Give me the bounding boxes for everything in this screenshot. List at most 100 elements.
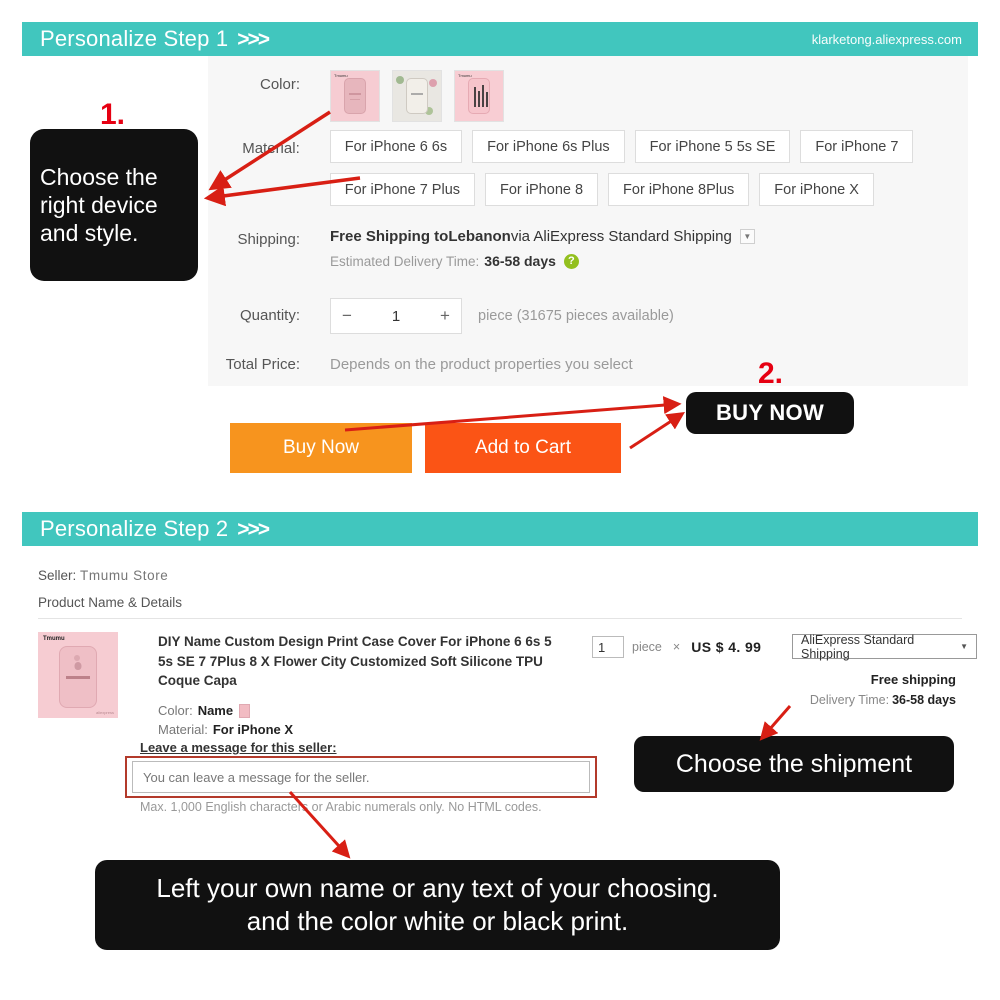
annotation-callout-4-line-1: Left your own name or any text of your c… bbox=[156, 872, 719, 903]
color-swatch-mini-icon bbox=[239, 704, 251, 718]
chevrons-right-icon: >>> bbox=[237, 27, 270, 51]
product-color-attr: Color: Name bbox=[158, 702, 293, 721]
camera-icon bbox=[74, 654, 80, 661]
shipping-destination: Lebanon bbox=[448, 228, 511, 245]
add-to-cart-button[interactable]: Add to Cart bbox=[425, 423, 621, 473]
color-row: Color: Tmumu Tmumu bbox=[208, 70, 968, 122]
material-option-iphone-x[interactable]: For iPhone X bbox=[759, 173, 874, 206]
seller-line: Seller: Tmumu Store bbox=[38, 568, 168, 583]
material-option-iphone-6s-plus[interactable]: For iPhone 6s Plus bbox=[472, 130, 625, 163]
arrow-addtocart-to-callout bbox=[629, 412, 686, 450]
annotation-callout-4-line-2: and the color white or black print. bbox=[246, 906, 629, 936]
step-1-header: Personalize Step 1 >>> klarketong.aliexp… bbox=[22, 22, 978, 56]
quantity-label: Quantity: bbox=[239, 307, 300, 324]
store-domain-label: klarketong.aliexpress.com bbox=[811, 31, 962, 47]
page-root: Personalize Step 1 >>> klarketong.aliexp… bbox=[0, 0, 1000, 1000]
quantity-stepper[interactable]: − 1 + bbox=[330, 298, 462, 334]
annotation-callout-choose-shipment: Choose the shipment bbox=[634, 736, 954, 792]
step-2-title: Personalize Step 2 bbox=[40, 516, 229, 541]
material-option-iphone-6-6s[interactable]: For iPhone 6 6s bbox=[329, 130, 463, 163]
annotation-callout-2-text: BUY NOW bbox=[715, 400, 825, 425]
phone-case-icon bbox=[59, 645, 97, 708]
delivery-time-value: 36-58 days bbox=[892, 693, 956, 707]
thumb-brand-mark: Tmumu bbox=[334, 73, 348, 78]
material-option-iphone-8plus[interactable]: For iPhone 8Plus bbox=[608, 173, 750, 206]
color-swatch-floral-case[interactable] bbox=[392, 70, 442, 122]
phone-case-thumb-icon bbox=[468, 78, 490, 114]
shipping-label: Shipping: bbox=[237, 231, 300, 248]
product-options-panel: Color: Tmumu Tmumu Material: For iPhone … bbox=[208, 56, 968, 386]
product-attributes: Color: Name Material: For iPhone X bbox=[158, 702, 293, 740]
chevron-down-icon[interactable]: ▼ bbox=[739, 229, 755, 244]
phone-case-thumb-icon bbox=[406, 78, 428, 114]
material-option-iphone-7-plus[interactable]: For iPhone 7 Plus bbox=[329, 173, 476, 206]
apple-logo-icon bbox=[74, 662, 82, 671]
step-2-header: Personalize Step 2 >>> bbox=[22, 512, 978, 546]
buy-now-button[interactable]: Buy Now bbox=[230, 423, 412, 473]
product-material-attr: Material: For iPhone X bbox=[158, 721, 293, 740]
material-option-list: For iPhone 6 6s For iPhone 6s Plus For i… bbox=[329, 130, 968, 206]
material-option-iphone-5-5s-se[interactable]: For iPhone 5 5s SE bbox=[634, 130, 791, 163]
product-thumbnail[interactable]: Tmumu aliexpress bbox=[38, 632, 118, 718]
seller-label: Seller: bbox=[38, 568, 77, 583]
annotation-callout-buy-now: BUY NOW bbox=[686, 392, 854, 434]
order-quantity-input[interactable]: 1 bbox=[592, 636, 624, 658]
estimated-delivery-line: Estimated Delivery Time: 36-58 days ? bbox=[330, 253, 755, 269]
annotation-callout-3-text: Choose the shipment bbox=[675, 749, 913, 778]
product-color-label: Color: bbox=[158, 703, 193, 718]
material-option-iphone-8[interactable]: For iPhone 8 bbox=[485, 173, 599, 206]
shipping-method-line: Free Shipping to Lebanon via AliExpress … bbox=[330, 228, 755, 245]
message-hint: Max. 1,000 English characters or Arabic … bbox=[140, 800, 542, 814]
annotation-callout-name-text: Left your own name or any text of your c… bbox=[95, 860, 780, 950]
product-name-details-header: Product Name & Details bbox=[38, 595, 183, 610]
name-script-art bbox=[66, 675, 90, 679]
section-divider bbox=[38, 618, 962, 619]
order-piece-label: piece bbox=[632, 640, 662, 654]
thumb-watermark: aliexpress bbox=[95, 710, 114, 715]
quantity-row: Quantity: − 1 + piece (31675 pieces avai… bbox=[208, 298, 968, 334]
shipping-row: Shipping: Free Shipping to Lebanon via A… bbox=[208, 228, 968, 269]
message-input[interactable]: You can leave a message for the seller. bbox=[132, 761, 590, 793]
delivery-time-line: Delivery Time: 36-58 days bbox=[810, 693, 956, 707]
order-unit-price: US $ 4. 99 bbox=[691, 639, 762, 655]
shipping-free-text: Free Shipping to bbox=[330, 228, 449, 245]
shipping-method-select[interactable]: AliExpress Standard Shipping ▼ bbox=[792, 633, 977, 661]
annotation-callout-4-text: Left your own name or any text of your c… bbox=[156, 872, 718, 939]
color-swatch-rose-gold-name-case[interactable]: Tmumu bbox=[330, 70, 380, 122]
product-title[interactable]: DIY Name Custom Design Print Case Cover … bbox=[158, 632, 558, 691]
multiply-icon: × bbox=[672, 640, 681, 654]
material-option-iphone-7[interactable]: For iPhone 7 bbox=[800, 130, 914, 163]
color-swatch-list: Tmumu Tmumu bbox=[330, 70, 504, 122]
chevrons-right-icon: >>> bbox=[237, 517, 270, 541]
help-icon[interactable]: ? bbox=[563, 253, 579, 269]
quantity-input[interactable]: 1 bbox=[363, 308, 429, 325]
chevron-down-icon: ▼ bbox=[960, 642, 968, 651]
edt-label: Estimated Delivery Time: bbox=[330, 253, 480, 269]
edt-value: 36-58 days bbox=[484, 253, 556, 269]
leave-message-label: Leave a message for this seller: bbox=[140, 740, 337, 755]
color-label: Color: bbox=[259, 76, 300, 93]
annotation-marker-1: 1. bbox=[100, 98, 126, 131]
quantity-controls: − 1 + piece (31675 pieces available) bbox=[330, 298, 674, 334]
shipping-details: Free Shipping to Lebanon via AliExpress … bbox=[330, 228, 755, 269]
thumb-brand-mark: Tmumu bbox=[458, 73, 472, 78]
total-price-value: Depends on the product properties you se… bbox=[330, 356, 633, 373]
total-price-label: Total Price: bbox=[225, 356, 300, 373]
thumb-brand-mark: Tmumu bbox=[43, 636, 65, 642]
seller-name[interactable]: Tmumu Store bbox=[80, 568, 168, 583]
delivery-time-label: Delivery Time: bbox=[809, 693, 890, 707]
total-price-row: Total Price: Depends on the product prop… bbox=[208, 356, 968, 373]
step-1-title: Personalize Step 1 bbox=[40, 26, 229, 51]
product-material-label: Material: bbox=[158, 721, 208, 737]
quantity-increase-button[interactable]: + bbox=[429, 306, 461, 326]
material-label: Material: bbox=[242, 140, 300, 157]
color-swatch-pink-city-case[interactable]: Tmumu bbox=[454, 70, 504, 122]
product-material-value: For iPhone X bbox=[212, 721, 294, 737]
quantity-decrease-button[interactable]: − bbox=[331, 306, 363, 326]
phone-case-thumb-icon bbox=[344, 78, 366, 114]
annotation-callout-1-text: Choose the right device and style. bbox=[40, 163, 158, 247]
annotation-marker-2: 2. bbox=[758, 357, 784, 390]
material-row: Material: For iPhone 6 6s For iPhone 6s … bbox=[208, 130, 968, 206]
free-shipping-label: Free shipping bbox=[870, 672, 956, 687]
order-quantity-price: 1 piece × US $ 4. 99 bbox=[592, 636, 761, 658]
